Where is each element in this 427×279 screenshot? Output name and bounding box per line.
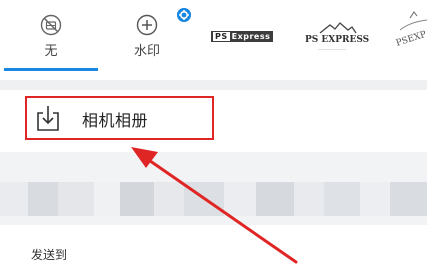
red-annotation-arrow: [131, 147, 298, 264]
